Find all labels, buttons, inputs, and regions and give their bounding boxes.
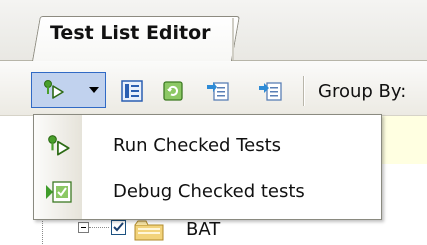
tree-node-label: BAT bbox=[186, 219, 221, 240]
folder-icon bbox=[134, 219, 168, 245]
export-tests-icon[interactable] bbox=[257, 77, 285, 105]
debug-tests-icon bbox=[44, 177, 74, 207]
run-tests-dropdown-menu: Run Checked Tests Debug Checked tests bbox=[33, 114, 382, 220]
refresh-icon[interactable] bbox=[159, 77, 187, 105]
menu-item-label: Run Checked Tests bbox=[113, 135, 282, 156]
menu-item-debug-checked-tests[interactable]: Debug Checked tests bbox=[34, 167, 381, 217]
toolbar-separator bbox=[303, 76, 304, 106]
run-tests-icon bbox=[44, 131, 74, 161]
test-list-properties-icon[interactable] bbox=[118, 77, 146, 105]
tab-divider bbox=[232, 18, 234, 60]
tree-collapse-toggle[interactable] bbox=[78, 222, 89, 233]
menu-item-run-checked-tests[interactable]: Run Checked Tests bbox=[34, 121, 381, 171]
tab-title: Test List Editor bbox=[50, 22, 211, 44]
menu-item-label: Debug Checked tests bbox=[113, 181, 305, 202]
tree-node-checkbox[interactable] bbox=[111, 220, 126, 235]
run-tests-icon bbox=[40, 76, 68, 104]
group-by-label: Group By: bbox=[318, 81, 407, 102]
import-tests-icon[interactable] bbox=[204, 77, 232, 105]
tree-connector-line bbox=[89, 227, 109, 228]
chevron-down-icon[interactable] bbox=[89, 87, 99, 93]
checkmark-icon bbox=[113, 222, 124, 232]
run-tests-split-button[interactable] bbox=[31, 72, 106, 108]
